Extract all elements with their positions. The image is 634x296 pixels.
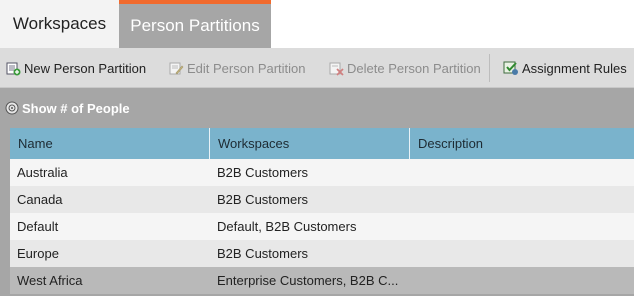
- assignment-rules-icon: [503, 60, 519, 76]
- new-person-partition-button[interactable]: New Person Partition: [5, 48, 146, 88]
- show-people-label: Show # of People: [22, 100, 130, 116]
- table-row[interactable]: Australia B2B Customers: [10, 159, 634, 186]
- tab-workspaces[interactable]: Workspaces: [0, 0, 119, 48]
- delete-person-partition-label: Delete Person Partition: [347, 60, 481, 76]
- cell-workspaces: B2B Customers: [217, 246, 309, 261]
- column-header-workspaces[interactable]: Workspaces: [209, 128, 410, 159]
- cell-name: Default: [17, 219, 59, 234]
- delete-person-partition-button[interactable]: Delete Person Partition: [328, 48, 481, 88]
- cell-description: [410, 267, 634, 294]
- edit-person-partition-button[interactable]: Edit Person Partition: [168, 48, 306, 88]
- cell-workspaces: Default, B2B Customers: [217, 219, 357, 234]
- tab-bar: Workspaces Person Partitions: [0, 0, 634, 48]
- table-row-selected[interactable]: West Africa Enterprise Customers, B2B C.…: [10, 267, 634, 294]
- show-number-of-people-toggle[interactable]: Show # of People: [5, 98, 130, 118]
- edit-partition-icon: [168, 60, 184, 76]
- cell-name: West Africa: [17, 273, 83, 288]
- toolbar-divider: [489, 54, 490, 82]
- table-row[interactable]: Europe B2B Customers: [10, 240, 634, 267]
- cell-description: [410, 159, 634, 186]
- table-header: Name Workspaces Description: [10, 128, 634, 159]
- people-count-icon: [5, 101, 19, 115]
- person-partitions-table: Name Workspaces Description Australia B2…: [10, 128, 634, 294]
- cell-description: [410, 186, 634, 213]
- cell-workspaces: B2B Customers: [217, 192, 309, 207]
- cell-name: Europe: [17, 246, 59, 261]
- table-row[interactable]: Default Default, B2B Customers: [10, 213, 634, 240]
- cell-name: Canada: [17, 192, 63, 207]
- delete-partition-icon: [328, 60, 344, 76]
- column-header-name[interactable]: Name: [10, 128, 210, 159]
- edit-person-partition-label: Edit Person Partition: [187, 60, 306, 76]
- cell-workspaces: B2B Customers: [217, 165, 309, 180]
- new-person-partition-label: New Person Partition: [24, 60, 147, 76]
- column-header-description[interactable]: Description: [409, 128, 634, 159]
- cell-workspaces: Enterprise Customers, B2B C...: [217, 273, 399, 288]
- cell-description: [410, 213, 634, 240]
- new-partition-icon: [5, 60, 21, 76]
- tab-person-partitions[interactable]: Person Partitions: [119, 0, 271, 48]
- toolbar: New Person Partition Edit Person Partiti…: [0, 48, 634, 88]
- cell-description: [410, 240, 634, 267]
- cell-name: Australia: [17, 165, 68, 180]
- assignment-rules-label: Assignment Rules: [522, 60, 627, 76]
- table-row[interactable]: Canada B2B Customers: [10, 186, 634, 213]
- assignment-rules-button[interactable]: Assignment Rules: [503, 48, 627, 88]
